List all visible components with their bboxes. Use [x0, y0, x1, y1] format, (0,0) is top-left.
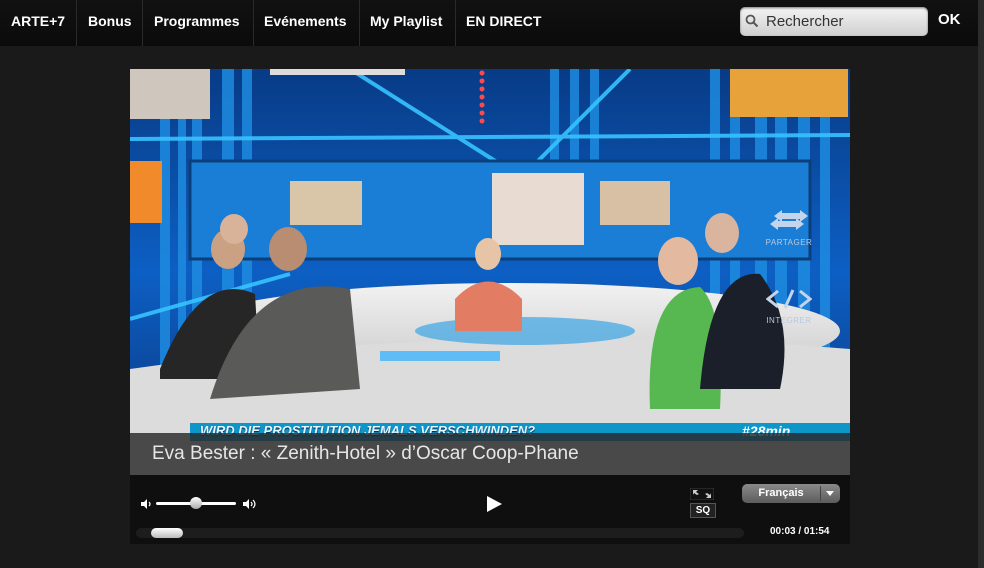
search-ok-button[interactable]: OK — [938, 11, 961, 28]
studio-video-still — [130, 69, 850, 475]
top-navigation: ARTE+7 Bonus Programmes Evénements My Pl… — [0, 0, 978, 46]
language-select[interactable]: Français — [742, 484, 840, 503]
progress-handle[interactable] — [150, 528, 183, 538]
volume-slider-handle[interactable] — [190, 497, 202, 509]
nav-item-arte7[interactable]: ARTE+7 — [11, 13, 65, 29]
embed-button[interactable]: INTEGRER — [744, 289, 834, 325]
video-frame[interactable]: PARTAGER INTEGRER WIRD DIE PROSTITUTION … — [130, 69, 850, 475]
nav-item-my-playlist[interactable]: My Playlist — [370, 13, 442, 29]
play-icon[interactable] — [485, 495, 503, 513]
share-button[interactable]: PARTAGER — [744, 209, 834, 247]
share-label: PARTAGER — [765, 238, 813, 247]
nav-divider — [76, 0, 77, 46]
video-player: PARTAGER INTEGRER WIRD DIE PROSTITUTION … — [130, 69, 850, 544]
search-box[interactable] — [740, 7, 928, 36]
time-display: 00:03 / 01:54 — [770, 526, 830, 537]
nav-divider — [142, 0, 143, 46]
nav-item-bonus[interactable]: Bonus — [88, 13, 132, 29]
language-select-divider — [820, 486, 821, 501]
embed-code-icon — [765, 289, 813, 309]
nav-item-evenements[interactable]: Evénements — [264, 13, 346, 29]
quality-toggle[interactable]: SQ — [690, 503, 716, 518]
volume-low-icon[interactable] — [140, 498, 152, 510]
share-arrows-icon — [770, 210, 808, 230]
nav-item-programmes[interactable]: Programmes — [154, 13, 240, 29]
video-subtitle: Eva Bester : « Zenith-Hotel » d’Oscar Co… — [152, 443, 579, 464]
fullscreen-icon[interactable] — [690, 488, 714, 500]
nav-divider — [253, 0, 254, 46]
volume-high-icon[interactable] — [242, 498, 258, 510]
embed-label: INTEGRER — [766, 316, 812, 325]
nav-divider — [359, 0, 360, 46]
nav-item-en-direct[interactable]: EN DIRECT — [466, 13, 541, 29]
chevron-down-icon — [826, 491, 834, 496]
progress-track[interactable] — [136, 528, 744, 538]
search-icon — [745, 14, 759, 28]
quality-label: SQ — [695, 505, 711, 516]
nav-divider — [455, 0, 456, 46]
search-input[interactable] — [766, 11, 924, 31]
language-selected: Français — [758, 487, 804, 499]
page-scrollbar[interactable] — [978, 0, 984, 568]
